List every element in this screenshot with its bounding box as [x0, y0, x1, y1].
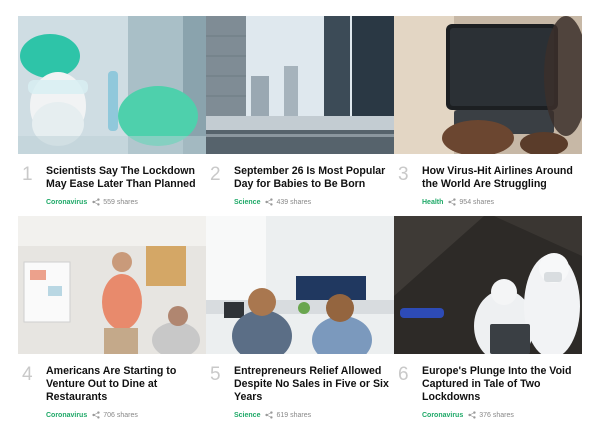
article-rank: 3 — [398, 164, 409, 185]
article-thumbnail-buildings[interactable] — [206, 16, 394, 154]
category-link[interactable]: Coronavirus — [422, 412, 463, 419]
article-rank: 4 — [22, 364, 33, 385]
article-card[interactable]: 2 September 26 Is Most Popular Day for B… — [206, 16, 394, 206]
article-thumbnail-hazmat[interactable] — [394, 216, 582, 354]
article-card[interactable]: 3 How Virus-Hit Airlines Around the Worl… — [394, 16, 582, 206]
share-count: 954 shares — [459, 198, 495, 206]
category-link[interactable]: Coronavirus — [46, 199, 87, 206]
article-thumbnail-office[interactable] — [18, 216, 206, 354]
article-card[interactable]: 5 Entrepreneurs Relief Allowed Despite N… — [206, 216, 394, 432]
share-count: 706 shares — [103, 411, 138, 419]
article-meta: Science 619 shares — [234, 411, 311, 419]
article-card[interactable]: 1 Scientists Say The Lockdown May Ease L… — [18, 16, 206, 206]
article-meta: Coronavirus 559 shares — [46, 198, 138, 206]
article-card[interactable]: 4 Americans Are Starting to Venture Out … — [18, 216, 206, 432]
article-rank: 5 — [210, 364, 221, 385]
share-icon — [92, 198, 100, 206]
article-title[interactable]: Americans Are Starting to Venture Out to… — [46, 365, 204, 404]
share-icon — [265, 411, 274, 419]
article-thumbnail-tablet[interactable] — [394, 16, 582, 154]
article-rank: 6 — [398, 364, 409, 385]
article-meta: Coronavirus 376 shares — [422, 411, 514, 419]
article-card[interactable]: 6 Europe's Plunge Into the Void Captured… — [394, 216, 582, 432]
category-link[interactable]: Science — [234, 199, 260, 206]
article-thumbnail-scientist[interactable] — [18, 16, 206, 154]
category-link[interactable]: Health — [422, 199, 443, 206]
category-link[interactable]: Science — [234, 412, 260, 419]
article-title[interactable]: Entrepreneurs Relief Allowed Despite No … — [234, 365, 392, 404]
article-thumbnail-entrepreneurs[interactable] — [206, 216, 394, 354]
share-count: 439 shares — [276, 198, 312, 206]
share-count: 376 shares — [479, 411, 514, 419]
category-link[interactable]: Coronavirus — [46, 412, 87, 419]
share-count: 619 shares — [276, 411, 312, 419]
share-icon — [448, 198, 457, 206]
share-count: 559 shares — [103, 198, 138, 206]
share-icon — [92, 411, 100, 419]
article-meta: Coronavirus 706 shares — [46, 411, 138, 419]
article-meta: Science 439 shares — [234, 198, 311, 206]
article-title[interactable]: Europe's Plunge Into the Void Captured i… — [422, 365, 580, 404]
article-title[interactable]: Scientists Say The Lockdown May Ease Lat… — [46, 165, 204, 191]
article-meta: Health 954 shares — [422, 198, 494, 206]
article-title[interactable]: September 26 Is Most Popular Day for Bab… — [234, 165, 392, 191]
share-icon — [265, 198, 274, 206]
article-rank: 2 — [210, 164, 221, 185]
article-rank: 1 — [22, 164, 33, 185]
share-icon — [468, 411, 476, 419]
article-title[interactable]: How Virus-Hit Airlines Around the World … — [422, 165, 580, 191]
